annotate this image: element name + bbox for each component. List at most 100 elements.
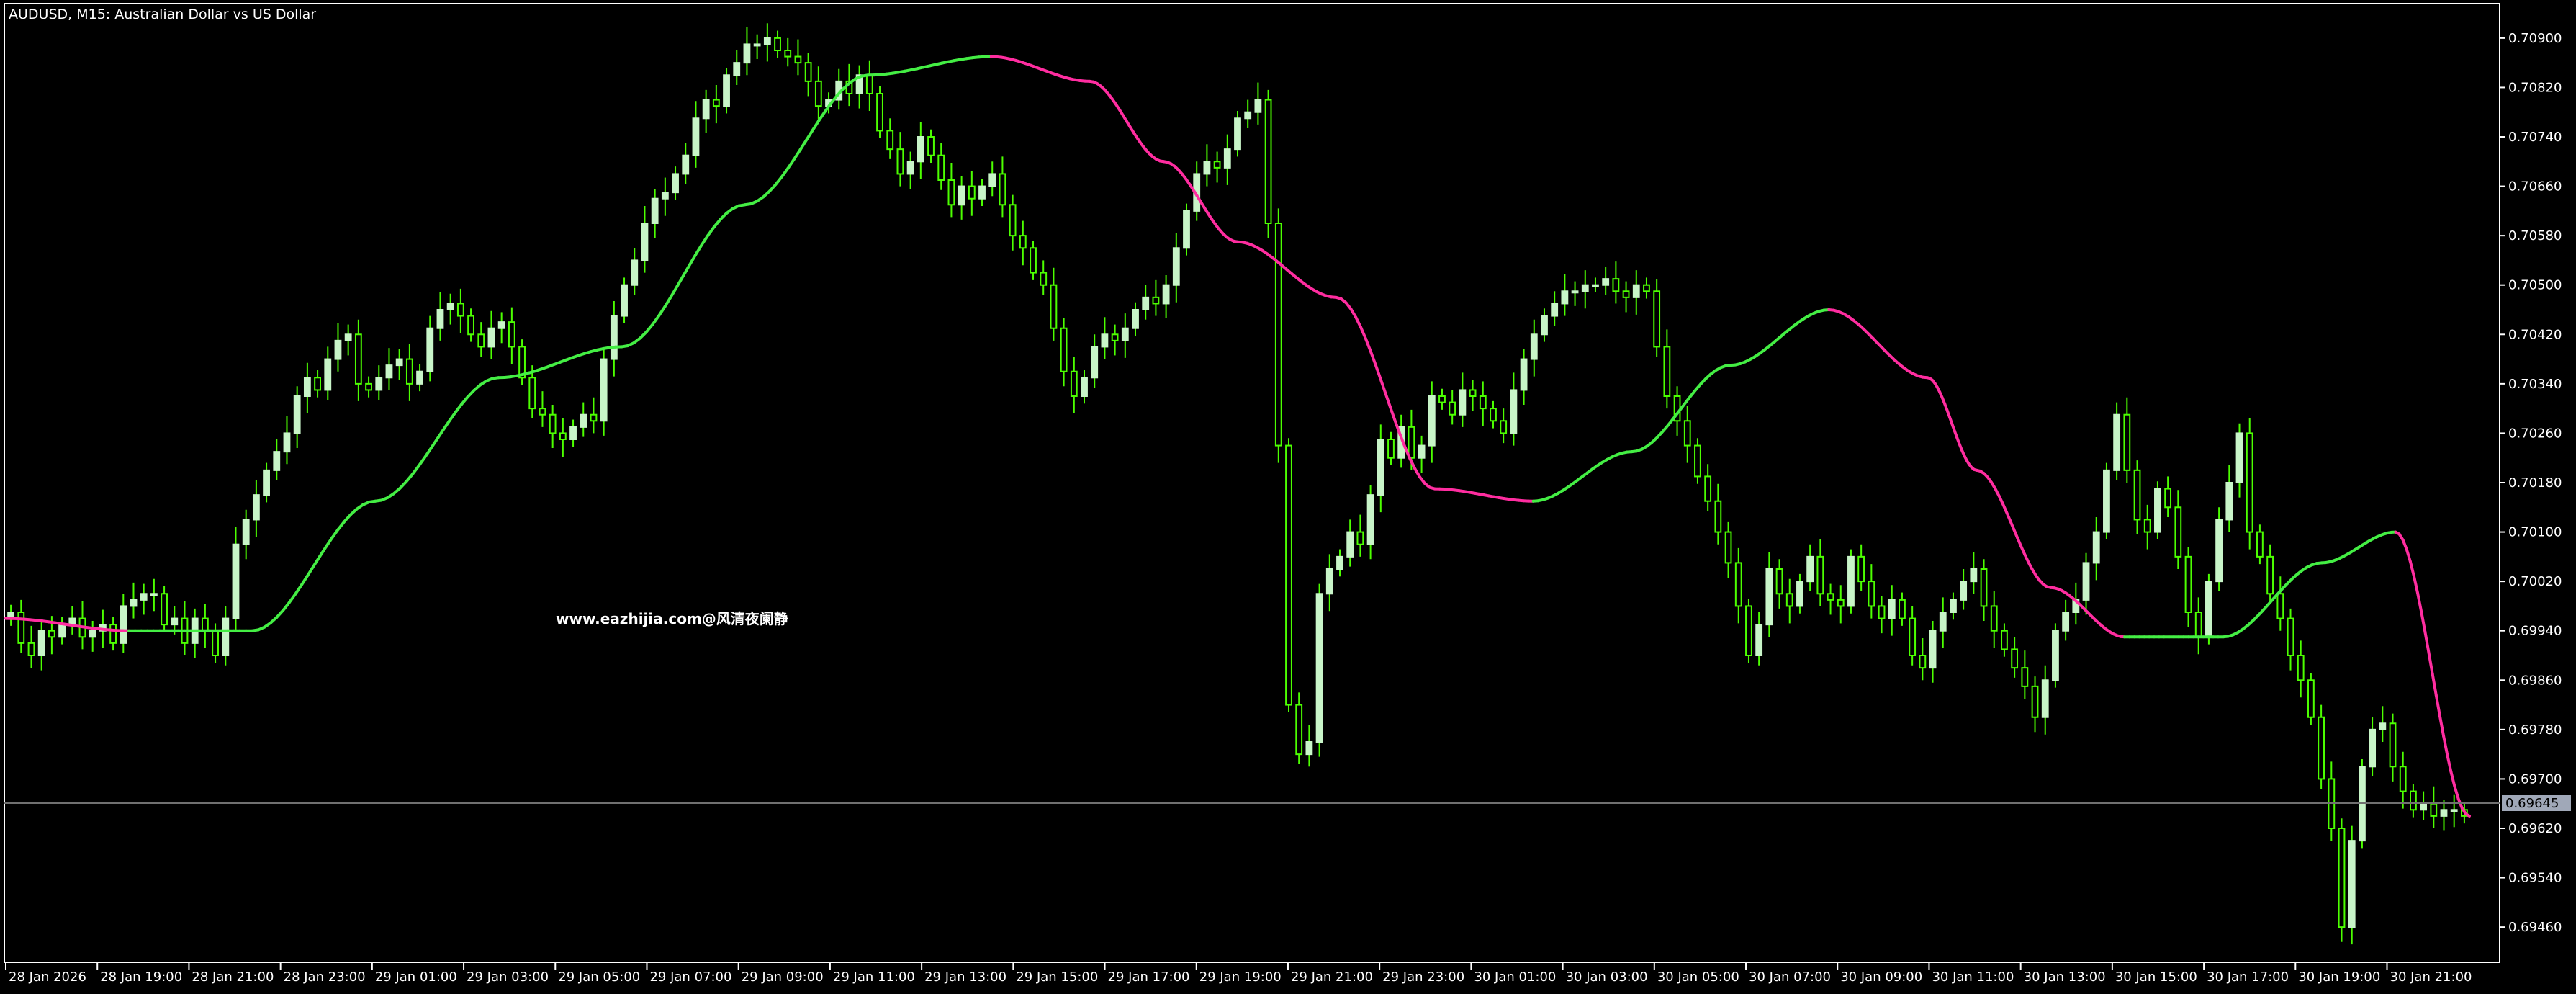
x-tick-label: 30 Jan 19:00 [2298, 970, 2380, 985]
candle-bear [17, 612, 25, 644]
candle-bull [610, 315, 618, 360]
candle-bear [2297, 655, 2305, 681]
candle-bull [2348, 840, 2356, 928]
candle-bull [487, 327, 495, 348]
candle-bear [927, 136, 935, 156]
symbol-title: AUDUSD, M15: Australian Dollar vs US Dol… [9, 6, 316, 22]
y-tick-label: 0.69780 [2508, 722, 2562, 738]
candle-bull [1203, 161, 1211, 175]
candle-bull [324, 358, 332, 391]
candle-bull [672, 173, 679, 194]
candle-bear [1837, 599, 1845, 607]
x-tick-label: 29 Jan 13:00 [924, 970, 1006, 985]
candle-bull [242, 519, 250, 545]
candle-bull [385, 364, 393, 379]
candle-bear [2001, 630, 2008, 650]
candle-bear [1990, 605, 1998, 632]
candle-bull [2103, 469, 2110, 533]
x-tick-label: 28 Jan 23:00 [284, 970, 366, 985]
current-price-tag: 0.69645 [2502, 795, 2571, 811]
candle-bull [743, 43, 751, 64]
candle-bull [1081, 377, 1088, 397]
candle-bull [1091, 346, 1099, 379]
candle-bear [2164, 488, 2172, 509]
candle-bull [1254, 99, 1262, 113]
y-tick-label: 0.70020 [2508, 574, 2562, 589]
candle-bull [2225, 482, 2233, 521]
candle-bear [1868, 581, 1875, 607]
candle-bear [201, 617, 209, 632]
candle-bull [651, 197, 659, 225]
candle-bear [539, 408, 546, 416]
candle-bear [1152, 296, 1160, 305]
candle-bear [1785, 593, 1793, 607]
candle-bull [1806, 555, 1814, 583]
x-tick-label: 29 Jan 23:00 [1382, 970, 1464, 985]
candle-bear [2409, 790, 2417, 811]
candle-bull [1346, 531, 1354, 558]
candle-bear [1622, 290, 1630, 298]
candle-bear [48, 630, 55, 638]
candle-bear [1356, 531, 1364, 545]
candle-bull [958, 185, 965, 206]
candle-bull [2082, 562, 2090, 601]
y-tick-label: 0.69460 [2508, 920, 2562, 935]
candle-bull [1366, 494, 1374, 545]
candle-bear [1449, 401, 1456, 416]
candle-bull [395, 358, 403, 367]
candle-bear [1438, 395, 1446, 403]
x-tick-label: 30 Jan 05:00 [1657, 970, 1739, 985]
y-tick-label: 0.69700 [2508, 771, 2562, 787]
x-tick-label: 29 Jan 03:00 [467, 970, 549, 985]
candle-bull [232, 543, 240, 619]
candle-bull [1929, 630, 1937, 669]
candle-bull [1101, 333, 1109, 348]
candle-bull [2113, 413, 2121, 471]
candle-bear [2287, 617, 2294, 656]
candle-bear [2307, 679, 2315, 718]
candle-bear [712, 99, 720, 107]
candle-bull [1142, 296, 1150, 311]
candle-bear [804, 62, 812, 82]
y-tick-label: 0.69860 [2508, 673, 2562, 688]
candle-bear [1663, 346, 1671, 397]
candle-bear [1745, 605, 1752, 657]
candle-bull [1223, 148, 1231, 169]
candle-bull [1244, 111, 1252, 120]
candle-bull [682, 154, 690, 175]
x-tick-label: 29 Jan 21:00 [1291, 970, 1373, 985]
y-tick-label: 0.70420 [2508, 327, 2562, 342]
candle-bull [1459, 389, 1467, 416]
candle-bear [1643, 284, 1650, 292]
candle-bull [702, 99, 710, 120]
candle-bull [375, 377, 383, 391]
candle-bear [456, 303, 464, 317]
candle-bull [58, 624, 66, 638]
x-tick-label: 28 Jan 21:00 [192, 970, 274, 985]
candle-bear [814, 80, 822, 107]
candle-bear [1500, 420, 1508, 434]
candle-bull [1960, 581, 1968, 601]
candle-bull [2420, 802, 2428, 811]
candle-bear [2430, 802, 2438, 817]
candle-bear [1899, 599, 1906, 619]
price-chart[interactable]: 0.70900 0.70820 0.70740 0.70660 0.70580 0.705… [0, 0, 2576, 994]
candle-bull [252, 494, 260, 521]
candle-bear [1653, 290, 1661, 348]
y-tick-label: 0.70340 [2508, 377, 2562, 392]
candle-bull [692, 117, 700, 156]
x-tick-label: 30 Jan 09:00 [1840, 970, 1922, 985]
candle-bull [130, 599, 138, 607]
x-tick-label: 29 Jan 07:00 [649, 970, 731, 985]
candle-bull [1183, 210, 1190, 249]
candle-bear [1980, 568, 1988, 607]
y-tick-label: 0.70900 [2508, 31, 2562, 46]
candle-bear [2143, 519, 2151, 533]
candle-bull [2450, 809, 2458, 812]
y-tick-label: 0.70660 [2508, 179, 2562, 194]
candle-bull [436, 309, 444, 329]
candle-bear [1060, 327, 1068, 372]
x-tick-label: 30 Jan 17:00 [2207, 970, 2289, 985]
candle-bull [2379, 722, 2387, 730]
candle-bear [1724, 531, 1732, 564]
